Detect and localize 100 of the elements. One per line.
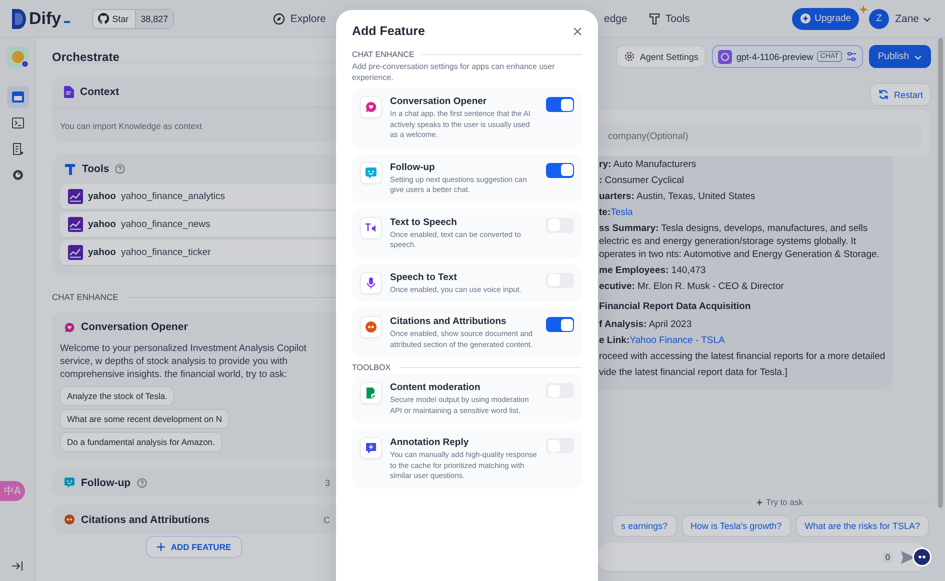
card-title: Context [80, 86, 120, 98]
feature-title: Citations and Attributions [390, 316, 508, 327]
tool-name: yahoo_finance_news [120, 219, 210, 230]
suggested-question[interactable]: Do a fundamental analysis for Amazon. [60, 432, 222, 452]
star-count: 38,827 [134, 10, 174, 28]
chart-icon [68, 245, 83, 260]
publish-button[interactable]: Publish [868, 45, 931, 68]
chat-bubble-icon [365, 101, 377, 113]
link[interactable]: Tesla [610, 207, 633, 218]
suggestion-button[interactable]: What are the risks for TSLA? [796, 515, 929, 537]
microphone-icon [365, 276, 377, 288]
message-line: ss Summary: Tesla designs, develops, manufactures, and sells electric es and energy generation/storage systems globally. It operates in two nts: Automotive and Energy Generation & Storage. [599, 222, 880, 261]
sliders-icon [846, 51, 857, 62]
gauge-icon [12, 169, 24, 181]
nav-tab[interactable]: edge [598, 10, 634, 28]
message-line: te:Tesla [599, 206, 634, 219]
speaker-icon [365, 222, 377, 234]
feature-title: Content moderation [390, 382, 482, 393]
help-icon[interactable] [136, 478, 147, 488]
feature-title: Citations and Attributions [81, 514, 210, 526]
feature-value: 3 [324, 478, 330, 488]
logo-icon [12, 8, 26, 28]
message-heading: Financial Report Data Acquisition [599, 301, 752, 312]
github-icon [98, 13, 110, 24]
github-star-button[interactable]: Star 38,827 [92, 8, 174, 28]
feature-title: Follow-up [390, 162, 436, 172]
quote-icon [365, 321, 377, 333]
annotation-icon [365, 442, 377, 454]
gear-icon [624, 51, 635, 62]
document-icon [12, 143, 24, 155]
chat-icon [64, 477, 75, 488]
sidebar-item[interactable] [6, 86, 28, 108]
card-title: Conversation Opener [81, 321, 188, 333]
add-feature-button[interactable]: ADD FEATURE [146, 536, 242, 558]
message-line: f Analysis: April 2023 [599, 318, 693, 331]
compass-icon [273, 12, 286, 24]
link[interactable]: Yahoo Finance - TSLA [630, 335, 725, 346]
try-to-ask-label: Try to ask [756, 497, 803, 507]
avatar[interactable]: Z [869, 8, 890, 28]
dialog-title: Add Feature [352, 24, 425, 38]
company-field[interactable]: company(Optional) [598, 124, 921, 148]
tool-icon [64, 163, 76, 175]
terminal-icon [12, 117, 24, 129]
agent-settings-button[interactable]: Agent Settings [616, 45, 706, 68]
section-heading: CHAT ENHANCE [352, 50, 414, 59]
feature-value: C [324, 514, 330, 524]
toggle-switch[interactable] [546, 162, 574, 178]
help-icon[interactable] [115, 164, 126, 174]
feature-title: Speech to Text [390, 272, 458, 282]
nav-tab[interactable]: Tools [643, 10, 696, 28]
quote-icon [64, 514, 75, 525]
document-icon [64, 86, 74, 98]
user-menu[interactable]: Zane [895, 12, 931, 24]
chat-icon [365, 166, 377, 178]
message-line: vide the latest financial report data for Tesla.] [599, 366, 788, 379]
layout-icon [12, 91, 24, 103]
toggle-switch[interactable] [546, 97, 574, 112]
page-title: Orchestrate [52, 50, 120, 64]
message-line: me Employees: 140,473 [599, 264, 707, 277]
tool-provider: yahoo [88, 219, 116, 230]
refresh-icon [878, 89, 889, 100]
suggestion-button[interactable]: s earnings? [612, 515, 677, 537]
section-heading: TOOLBOX [352, 363, 391, 372]
plus-icon [156, 543, 165, 551]
message-line: ecutive: Mr. Elon R. Musk - CEO & Director [599, 280, 785, 293]
nav-tab[interactable]: Explore [267, 10, 332, 28]
section-description: Add pre-conversation settings for apps can enhance user experience. [352, 61, 556, 83]
tool-item[interactable]: yahoo yahoo_finance_news [60, 212, 336, 237]
suggested-question[interactable]: What are some recent development on N [60, 409, 229, 429]
tool-provider: yahoo [88, 191, 116, 202]
tool-name: yahoo_finance_analytics [120, 191, 226, 202]
document-check-icon [365, 387, 377, 399]
scrollbar[interactable] [938, 38, 943, 508]
character-count: 0 [882, 552, 893, 562]
close-icon[interactable] [573, 26, 582, 36]
message-line: e Link:Yahoo Finance - TSLA [599, 334, 726, 347]
bot-button[interactable] [912, 547, 932, 567]
toggle-switch[interactable] [546, 317, 574, 332]
message-line: roceed with accessing the latest financial reports for a more detailed [599, 350, 886, 363]
restart-button[interactable]: Restart [870, 83, 931, 106]
context-hint: You can import Knowledge as context [60, 121, 202, 131]
suggested-question[interactable]: Analyze the stock of Tesla. [60, 386, 174, 406]
chart-icon [68, 189, 83, 204]
suggestion-button[interactable]: How is Tesla's growth? [682, 515, 791, 537]
feature-title: Annotation Reply [390, 437, 470, 448]
feature-title: Follow-up [81, 476, 131, 488]
feature-title: Conversation Opener [390, 96, 488, 107]
chat-input[interactable]: 0 [598, 543, 925, 571]
upgrade-button[interactable]: Upgrade [792, 8, 860, 30]
logo-text: Dify [29, 8, 62, 28]
tool-name: yahoo_finance_ticker [120, 247, 211, 258]
tool-item[interactable]: yahoo yahoo_finance_analytics [60, 184, 336, 209]
tool-item[interactable]: yahoo yahoo_finance_ticker [60, 240, 336, 265]
ai-model-icon [718, 50, 732, 64]
send-icon[interactable] [901, 550, 915, 564]
message-line: ry: Auto Manufacturers [599, 158, 698, 171]
star-icon [859, 4, 868, 14]
app-icon[interactable] [6, 46, 28, 68]
collapse-icon[interactable] [12, 561, 23, 571]
sparkle-icon [756, 498, 763, 506]
